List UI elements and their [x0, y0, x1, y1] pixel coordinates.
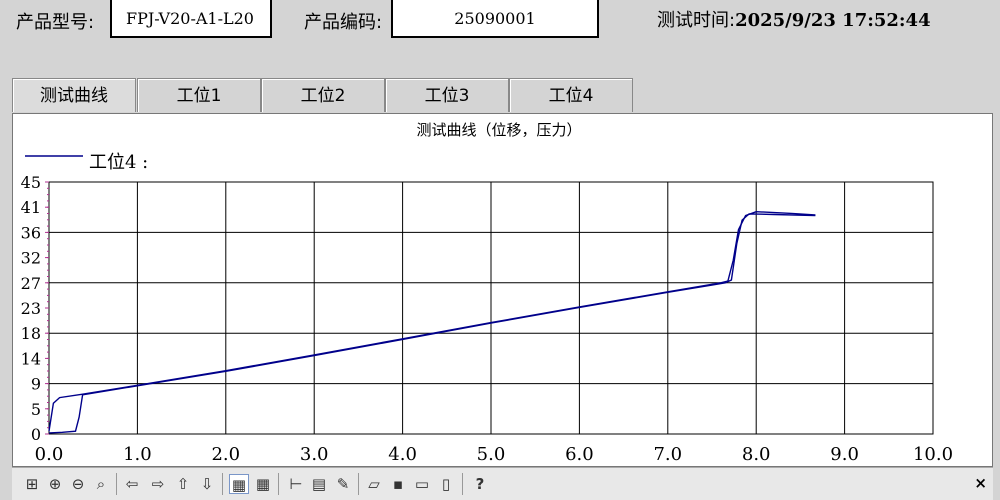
open-folder-icon[interactable]: ▱: [364, 474, 384, 494]
zoom-reset-icon[interactable]: ⌕: [91, 474, 111, 494]
toolbar-separator: [116, 473, 117, 495]
toolbar-separator: [278, 473, 279, 495]
chart-title: 测试曲线（位移，压力）: [416, 121, 581, 139]
y-tick-label: 41: [21, 198, 41, 217]
help-icon[interactable]: ?: [470, 474, 490, 494]
x-tick-label: 3.0: [300, 444, 329, 465]
y-tick-label: 5: [31, 400, 41, 419]
pan-right-icon[interactable]: ⇨: [148, 474, 168, 494]
series-line-1: [48, 213, 816, 434]
chart-icon[interactable]: ▦: [229, 474, 249, 494]
legend-label: 工位4 :: [89, 152, 148, 173]
edit-icon[interactable]: ✎: [333, 474, 353, 494]
zoom-out-icon[interactable]: ⊖: [68, 474, 88, 494]
print-icon[interactable]: ▭: [412, 474, 432, 494]
axis-icon[interactable]: ⊢: [286, 474, 306, 494]
grid-table-icon[interactable]: ▦: [253, 474, 273, 494]
x-tick-label: 7.0: [653, 444, 682, 465]
x-tick-label: 5.0: [477, 444, 506, 465]
toolbar-separator: [462, 473, 463, 495]
tab-test-curve[interactable]: 测试曲线: [12, 78, 136, 112]
close-icon[interactable]: ×: [974, 474, 987, 492]
x-tick-label: 8.0: [742, 444, 771, 465]
tab-station-2[interactable]: 工位2: [261, 78, 385, 112]
properties-icon[interactable]: ▤: [309, 474, 329, 494]
save-icon[interactable]: ▪: [388, 474, 408, 494]
x-tick-label: 6.0: [565, 444, 594, 465]
zoom-box-icon[interactable]: ⊞: [22, 474, 42, 494]
print-preview-icon[interactable]: ▯: [436, 474, 456, 494]
series-line-2: [48, 210, 816, 432]
y-tick-label: 14: [21, 349, 41, 368]
product-code-field[interactable]: 25090001: [391, 0, 599, 38]
pan-down-icon[interactable]: ⇩: [197, 474, 217, 494]
y-tick-label: 9: [31, 375, 41, 394]
chart-svg: 测试曲线（位移，压力） 工位4 : 0.0 1.0 2.0 3.0 4.0 5.0 6.0 7…: [21, 121, 953, 465]
axis-ticks: 0.0 1.0 2.0 3.0 4.0 5.0 6.0 7.0 8.0 9.0 10.0 0 5 9 14 1…: [21, 173, 953, 465]
x-tick-label: 4.0: [388, 444, 417, 465]
product-model-label: 产品型号:: [16, 12, 95, 33]
toolbar: ⊞ ⊕ ⊖ ⌕ ⇦ ⇨ ⇧ ⇩ ▦ ▦ ⊢ ▤ ✎ ▱ ▪ ▭ ▯ ? ×: [12, 467, 993, 500]
test-time: 测试时间:2025/9/23 17:52:44: [657, 6, 931, 32]
x-tick-label: 9.0: [830, 444, 859, 465]
product-code-label: 产品编码:: [304, 12, 383, 33]
test-time-label: 测试时间:: [657, 10, 736, 31]
y-tick-label: 23: [21, 299, 41, 318]
product-model-field[interactable]: FPJ-V20-A1-L20: [110, 0, 272, 38]
series-lines: [48, 210, 816, 434]
test-time-value: 2025/9/23 17:52:44: [735, 10, 931, 31]
tab-station-4[interactable]: 工位4: [509, 78, 633, 112]
y-tick-label: 32: [21, 249, 41, 268]
pan-up-icon[interactable]: ⇧: [173, 474, 193, 494]
y-tick-label: 36: [21, 223, 41, 242]
y-tick-label: 45: [21, 173, 41, 192]
pan-left-icon[interactable]: ⇦: [122, 474, 142, 494]
y-tick-label: 18: [21, 324, 41, 343]
y-tick-label: 27: [21, 274, 41, 293]
chart-panel: 测试曲线（位移，压力） 工位4 : 0.0 1.0 2.0 3.0 4.0 5.0 6.0 7…: [12, 113, 993, 467]
zoom-in-icon[interactable]: ⊕: [45, 474, 65, 494]
toolbar-separator: [358, 473, 359, 495]
toolbar-separator: [222, 473, 223, 495]
x-tick-label: 10.0: [913, 444, 953, 465]
x-tick-label: 0.0: [35, 444, 64, 465]
x-tick-label: 1.0: [123, 444, 152, 465]
y-tick-label: 0: [31, 425, 41, 444]
grid: [48, 181, 934, 435]
tab-station-1[interactable]: 工位1: [137, 78, 261, 112]
x-tick-label: 2.0: [211, 444, 240, 465]
tab-station-3[interactable]: 工位3: [385, 78, 509, 112]
